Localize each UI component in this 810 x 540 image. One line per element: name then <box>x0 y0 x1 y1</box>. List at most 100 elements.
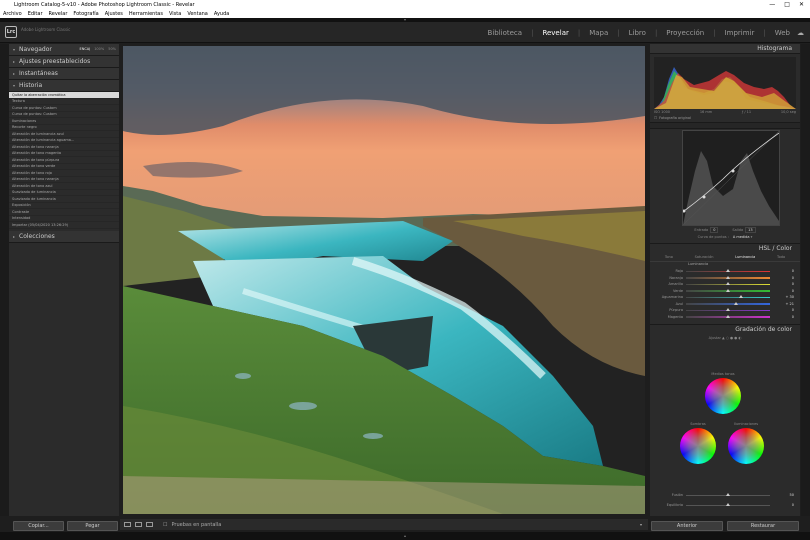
module-biblioteca[interactable]: Biblioteca <box>488 29 523 37</box>
histogram-header[interactable]: Histograma <box>650 44 800 54</box>
slider-value: + 30 <box>785 295 795 300</box>
slider-knob[interactable] <box>726 308 730 311</box>
filmstrip-toggle[interactable]: ▴ <box>0 532 810 540</box>
slider-knob[interactable] <box>726 493 730 496</box>
minimize-button[interactable]: — <box>769 1 775 8</box>
module-proyeccion[interactable]: Proyección <box>666 29 704 37</box>
menu-ayuda[interactable]: Ayuda <box>214 11 229 17</box>
loupe-view-icon[interactable] <box>124 522 131 527</box>
slider-label: Púrpura <box>669 308 683 313</box>
module-revelar[interactable]: Revelar <box>542 29 568 37</box>
history-item-label: Alteración de tono naranja <box>12 177 59 182</box>
original-photo-label: Fotografía original <box>659 116 692 120</box>
tool-strip[interactable] <box>650 122 800 129</box>
midtones-label: Medios tonos <box>711 372 735 376</box>
tab-hue[interactable]: Tono <box>665 255 673 259</box>
slider-value: 0 <box>791 282 794 287</box>
tab-luminance[interactable]: Luminancia <box>735 255 755 259</box>
presets-header[interactable]: ▸ Ajustes preestablecidos <box>9 56 119 68</box>
blend-slider[interactable]: Fusión 50 <box>650 492 800 499</box>
hsl-sliders: Rojo 0 Naranja 0 Amarillo 0 Verde 0 Aguamarina + … <box>650 268 800 320</box>
slider-label: Naranja <box>669 275 683 280</box>
left-panel-toggle[interactable] <box>0 44 9 516</box>
zoom-100[interactable]: 100% <box>94 47 104 51</box>
slider-knob[interactable] <box>734 301 739 305</box>
module-picker: Biblioteca | Revelar | Mapa | Libro | Proyec… <box>487 29 790 37</box>
shutter-value: 10,0 seg <box>780 110 796 114</box>
module-libro[interactable]: Libro <box>629 29 646 37</box>
navigator-header[interactable]: ▾ Navegador ENCAJ 100% 50% <box>9 44 119 56</box>
left-panel: ▾ Navegador ENCAJ 100% 50% ▸ Ajustes pre… <box>9 44 119 516</box>
zoom-50[interactable]: 50% <box>108 47 116 51</box>
module-web[interactable]: Web <box>775 29 790 37</box>
point-curve-select[interactable]: Curva de puntos :A medida ▾ <box>650 235 800 239</box>
history-item-label: Exposición <box>12 203 31 208</box>
before-after-icon[interactable] <box>135 522 142 527</box>
slider-label: Verde <box>672 288 683 293</box>
snapshots-label: Instantáneas <box>19 70 58 77</box>
menu-herramientas[interactable]: Herramientas <box>129 11 163 17</box>
history-item-label: Quitar la aberración cromática <box>12 92 66 97</box>
right-panel-toggle[interactable] <box>801 44 810 516</box>
menu-ajustes[interactable]: Ajustes <box>105 11 123 17</box>
checkbox-icon[interactable]: ☐ <box>654 116 657 120</box>
menu-editar[interactable]: Editar <box>28 11 43 17</box>
shadows-wheel[interactable] <box>680 428 716 464</box>
slider-knob[interactable] <box>726 269 730 272</box>
paste-button[interactable]: Pegar <box>67 521 118 531</box>
history-header[interactable]: ▾ Historia <box>9 80 119 92</box>
toolbar-menu-icon[interactable]: ▾ <box>640 522 642 527</box>
blend-label: Fusión <box>671 493 683 498</box>
title-bar: Lightroom Catalog-5-v10 - Adobe Photosho… <box>0 0 810 10</box>
collapse-icon: ▾ <box>13 83 16 88</box>
zoom-fit[interactable]: ENCAJ <box>80 47 91 51</box>
color-grading-header[interactable]: Gradación de color <box>650 324 800 334</box>
slider-knob[interactable] <box>726 314 730 318</box>
slider-label: Amarillo <box>668 282 683 287</box>
aperture-value: ƒ / 11 <box>741 110 752 114</box>
history-item-label: Curva de puntos: Custom <box>12 105 57 110</box>
history-item-label: Recorte negro <box>12 125 37 130</box>
tab-saturation[interactable]: Saturación <box>695 255 714 259</box>
photo-canvas[interactable] <box>123 46 645 514</box>
tab-all[interactable]: Todo <box>777 255 785 259</box>
collections-header[interactable]: ▸ Colecciones <box>9 230 119 243</box>
module-imprimir[interactable]: Imprimir <box>725 29 755 37</box>
history-item[interactable]: Importar (05/04/2020 13:26:29) <box>9 222 119 229</box>
blend-value: 50 <box>789 493 794 498</box>
slider-knob[interactable] <box>726 275 730 279</box>
midtones-wheel[interactable] <box>705 378 741 414</box>
hsl-header[interactable]: HSL / Color <box>650 243 800 253</box>
menu-revelar[interactable]: Revelar <box>49 11 68 17</box>
histogram[interactable] <box>654 57 796 109</box>
history-item-label: Contraste <box>12 209 30 214</box>
module-mapa[interactable]: Mapa <box>589 29 608 37</box>
slider-knob[interactable] <box>726 503 730 506</box>
maximize-button[interactable]: □ <box>784 1 790 8</box>
before-after-split-icon[interactable] <box>146 522 153 527</box>
history-item-label: Alteración de tono magenta <box>12 151 61 156</box>
menu-archivo[interactable]: Archivo <box>3 11 22 17</box>
slider-knob[interactable] <box>726 288 730 292</box>
menu-ventana[interactable]: Ventana <box>187 11 208 17</box>
expand-icon: ▸ <box>13 233 16 239</box>
highlights-wheel[interactable] <box>728 428 764 464</box>
copy-button[interactable]: Copiar... <box>13 521 64 531</box>
reset-button[interactable]: Restaurar <box>727 521 799 531</box>
menu-fotografia[interactable]: Fotografía <box>73 11 98 17</box>
previous-button[interactable]: Anterior <box>651 521 723 531</box>
balance-slider[interactable]: Equilibrio 0 <box>650 502 800 509</box>
soft-proof-checkbox[interactable]: ☐ <box>163 522 167 528</box>
snapshots-header[interactable]: ▸ Instantáneas <box>9 68 119 80</box>
close-button[interactable]: ✕ <box>799 1 804 8</box>
slider-knob[interactable] <box>738 295 743 298</box>
navigator-label: Navegador <box>19 46 52 53</box>
curve-input: Entrada 0 <box>694 227 719 233</box>
shadows-label: Sombras <box>690 422 706 426</box>
history-item-label: Intensidad <box>12 216 31 221</box>
slider-knob[interactable] <box>726 282 730 285</box>
cloud-icon[interactable]: ☁ <box>797 29 804 37</box>
hsl-slider-7[interactable]: Magenta 0 <box>650 314 800 321</box>
menu-vista[interactable]: Vista <box>169 11 181 17</box>
tone-curve[interactable] <box>682 130 780 226</box>
